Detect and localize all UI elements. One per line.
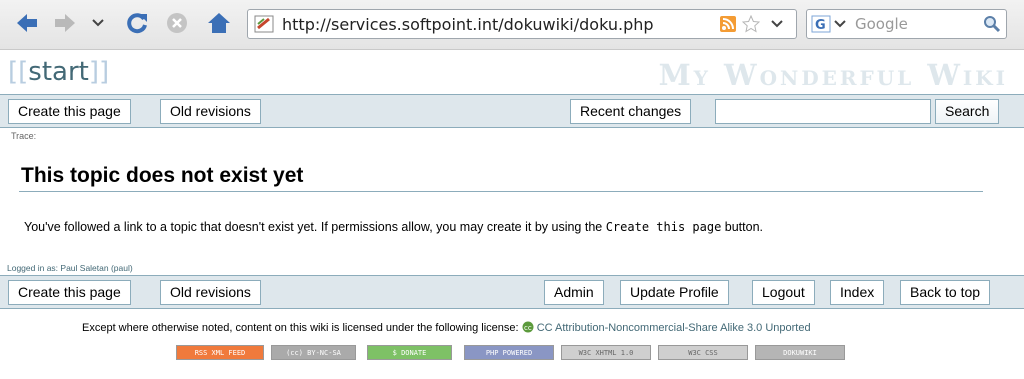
content-text-after: button. [721,220,763,234]
update-profile-button[interactable]: Update Profile [620,280,729,305]
address-bar[interactable]: http://services.softpoint.int/dokuwiki/d… [247,9,797,39]
dokuwiki-badge[interactable]: DOKUWIKI [755,345,845,360]
reload-button[interactable] [124,10,150,36]
browser-toolbar: http://services.softpoint.int/dokuwiki/d… [0,0,1024,50]
old-revisions-button-bottom[interactable]: Old revisions [160,280,261,305]
history-dropdown-button[interactable] [90,10,106,36]
svg-text:cc: cc [524,324,532,332]
bookmark-star-icon[interactable] [742,15,760,33]
back-button[interactable] [14,10,40,36]
search-button[interactable]: Search [935,99,1000,124]
cc-license-badge[interactable]: (cc) BY-NC-SA [271,345,356,360]
chevron-down-icon [92,19,104,27]
home-icon [208,13,230,33]
rss-feed-icon[interactable] [720,16,736,32]
cc-license-icon[interactable]: cc [522,321,534,333]
xhtml-valid-badge[interactable]: W3C XHTML 1.0 [561,345,651,360]
breadcrumb: Trace: [11,131,37,141]
license-link[interactable]: CC Attribution-Noncommercial-Share Alike… [537,322,811,334]
bottom-action-bar: Create this page Old revisions Admin Upd… [0,275,1024,309]
google-engine-icon[interactable]: G [811,15,849,33]
create-page-button[interactable]: Create this page [8,99,131,124]
create-page-button-bottom[interactable]: Create this page [8,280,131,305]
recent-changes-button[interactable]: Recent changes [570,99,692,124]
css-valid-badge[interactable]: W3C CSS [658,345,748,360]
admin-button[interactable]: Admin [544,280,604,305]
title-close-brackets: ]] [88,57,110,87]
url-text: http://services.softpoint.int/dokuwiki/d… [282,15,654,34]
web-search-box[interactable]: G Google [806,9,1007,39]
login-info: Logged in as: Paul Saletan (paul) [7,263,133,273]
svg-text:G: G [815,18,826,33]
stop-icon [167,13,187,33]
forward-button[interactable] [52,10,78,36]
site-favicon-icon [254,15,274,33]
license-notice: Except where otherwise noted, content on… [82,321,811,334]
chevron-down-icon[interactable] [771,19,783,29]
content-heading: This topic does not exist yet [21,164,304,187]
back-arrow-icon [17,14,37,32]
content-text: You've followed a link to a topic that d… [24,220,763,234]
stop-button[interactable] [164,10,190,36]
rss-feed-badge[interactable]: RSS XML FEED [176,345,264,360]
back-to-top-button[interactable]: Back to top [900,280,991,305]
index-button[interactable]: Index [830,280,885,305]
content-text-before: You've followed a link to a topic that d… [24,220,606,234]
page-title: [[start]] [8,57,109,87]
site-name[interactable]: My Wonderful Wiki [659,58,1008,92]
reload-icon [127,13,147,34]
page-title-link[interactable]: start [28,57,89,87]
top-action-bar: Create this page Old revisions Recent ch… [0,94,1024,128]
php-powered-badge[interactable]: PHP POWERED [464,345,554,360]
license-text: Except where otherwise noted, content on… [82,322,522,334]
logout-button[interactable]: Logout [752,280,815,305]
old-revisions-button[interactable]: Old revisions [160,99,261,124]
content-text-code: Create this page [605,220,722,234]
magnifier-icon[interactable] [983,15,1001,33]
heading-divider [19,191,983,192]
forward-arrow-icon [55,14,75,32]
home-button[interactable] [206,10,232,36]
donate-badge[interactable]: $ DONATE [367,345,452,360]
wiki-search-input[interactable] [715,99,931,124]
title-open-brackets: [[ [8,57,29,87]
search-placeholder: Google [855,15,908,33]
